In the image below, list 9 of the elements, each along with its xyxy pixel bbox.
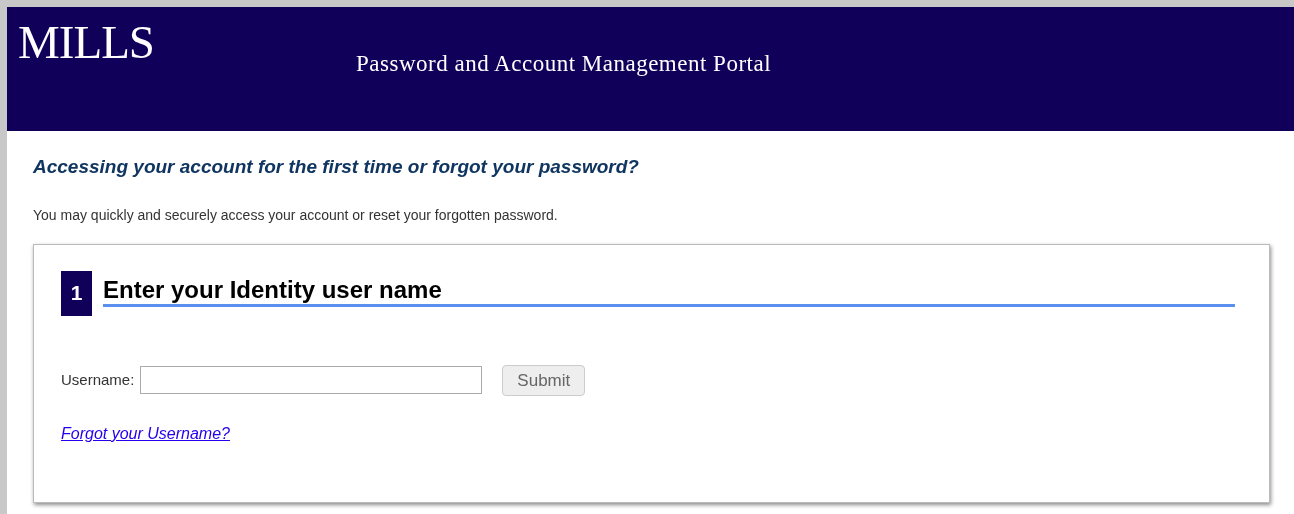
portal-title: Password and Account Management Portal [356, 50, 772, 78]
username-field[interactable] [140, 366, 483, 395]
step-title: Enter your Identity user name [103, 270, 1235, 308]
logo: MILLS [18, 19, 154, 70]
intro-heading: Accessing your account for the first time or forgot your password? [33, 155, 640, 179]
field-label: Username: [61, 370, 135, 390]
intro-text: You may quickly and securely access your account or reset your forgotten password. [33, 205, 559, 225]
forgot-username-link[interactable]: Forgot your Username? [61, 425, 230, 442]
step-number: 1 [61, 270, 92, 316]
